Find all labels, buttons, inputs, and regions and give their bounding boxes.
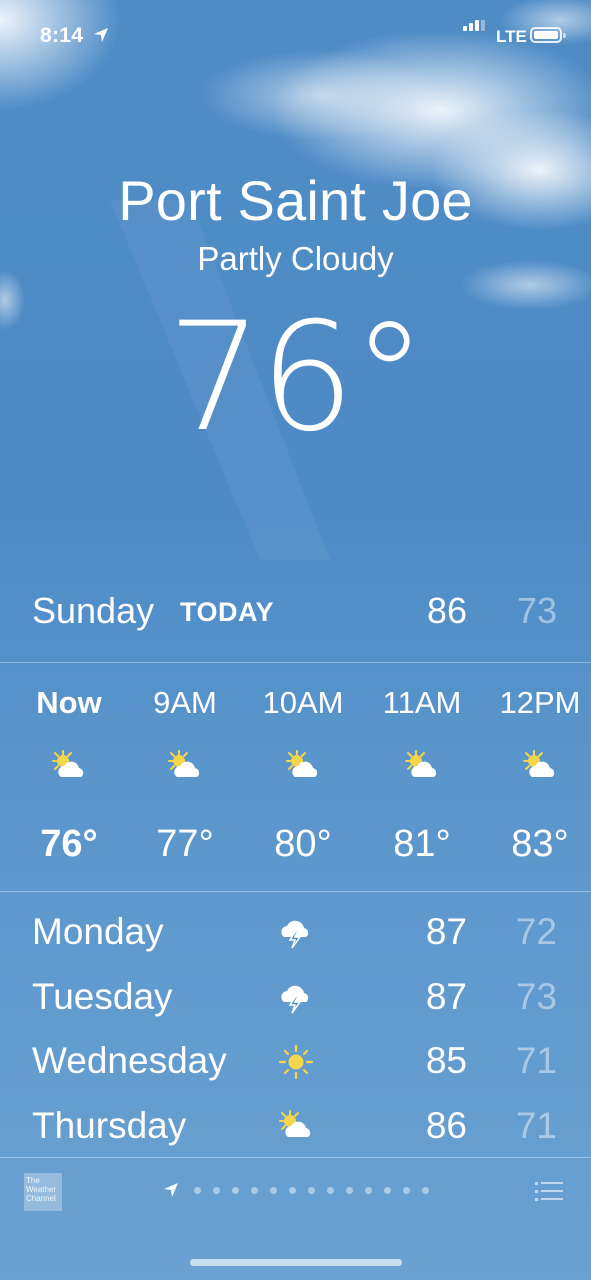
hour-label: 12PM [499, 685, 581, 720]
battery-icon [530, 27, 566, 43]
today-day: Sunday [32, 590, 155, 631]
daily-row: Thursday 86 71 [0, 1099, 591, 1164]
today-high: 86 [426, 590, 467, 631]
daily-forecast[interactable]: Monday 87 72 Tuesday 87 73 Wednesday 85 … [0, 905, 591, 1163]
daily-low: 71 [515, 1104, 557, 1146]
hour-temp: 76° [40, 823, 98, 865]
status-time: 8:14 [40, 24, 84, 47]
thunderstorm-icon [276, 915, 316, 951]
daily-day: Monday [32, 911, 164, 952]
daily-row: Wednesday 85 71 [0, 1034, 591, 1099]
divider [0, 891, 591, 892]
partly-cloudy-icon [165, 749, 205, 785]
weather-channel-logo[interactable]: The Weather Channel [24, 1173, 62, 1211]
hour-label: Now [36, 685, 102, 720]
daily-day: Tuesday [32, 975, 173, 1017]
partly-cloudy-icon [520, 749, 560, 785]
hour-label: 10AM [262, 685, 344, 720]
hour-label: 9AM [153, 685, 217, 720]
home-indicator[interactable] [190, 1259, 402, 1266]
daily-low: 73 [515, 975, 557, 1017]
sunny-icon [276, 1044, 316, 1080]
daily-low: 72 [515, 911, 557, 952]
status-bar: 8:14 LTE [0, 0, 591, 70]
today-low: 73 [516, 590, 557, 631]
location-header: Port Saint Joe Partly Cloudy [0, 165, 591, 279]
partly-cloudy-icon [276, 1109, 316, 1145]
daily-row: Tuesday 87 73 [0, 970, 591, 1035]
hour-temp: 80° [274, 823, 332, 865]
daily-high: 87 [425, 911, 467, 952]
daily-day: Wednesday [32, 1040, 227, 1081]
condition-text: Partly Cloudy [197, 240, 394, 277]
hour-label: 11AM [382, 685, 462, 720]
partly-cloudy-icon [283, 749, 323, 785]
city-name: Port Saint Joe [118, 169, 473, 232]
daily-high: 86 [425, 1104, 467, 1146]
network-type: LTE [496, 27, 527, 46]
list-icon[interactable] [535, 1181, 563, 1203]
bottom-toolbar: The Weather Channel [0, 1157, 591, 1227]
hourly-forecast[interactable]: Now 76° 9AM 77° 10AM 80° 11AM 81° 12PM 8… [0, 663, 591, 891]
partly-cloudy-icon [49, 749, 89, 785]
daily-row: Monday 87 72 [0, 905, 591, 970]
daily-day: Thursday [32, 1104, 187, 1146]
today-row: Sunday TODAY 86 73 [0, 590, 591, 640]
hour-temp: 81° [393, 823, 451, 865]
current-location-icon [164, 1183, 178, 1197]
hour-temp: 77° [156, 823, 214, 865]
daily-high: 87 [425, 975, 467, 1017]
location-arrow-icon [94, 28, 108, 42]
today-badge: TODAY [180, 597, 275, 627]
thunderstorm-icon [276, 980, 316, 1016]
hour-temp: 83° [511, 823, 569, 865]
current-temperature: 76° [167, 291, 427, 465]
daily-low: 71 [515, 1040, 557, 1081]
daily-high: 85 [425, 1040, 467, 1081]
partly-cloudy-icon [402, 749, 442, 785]
